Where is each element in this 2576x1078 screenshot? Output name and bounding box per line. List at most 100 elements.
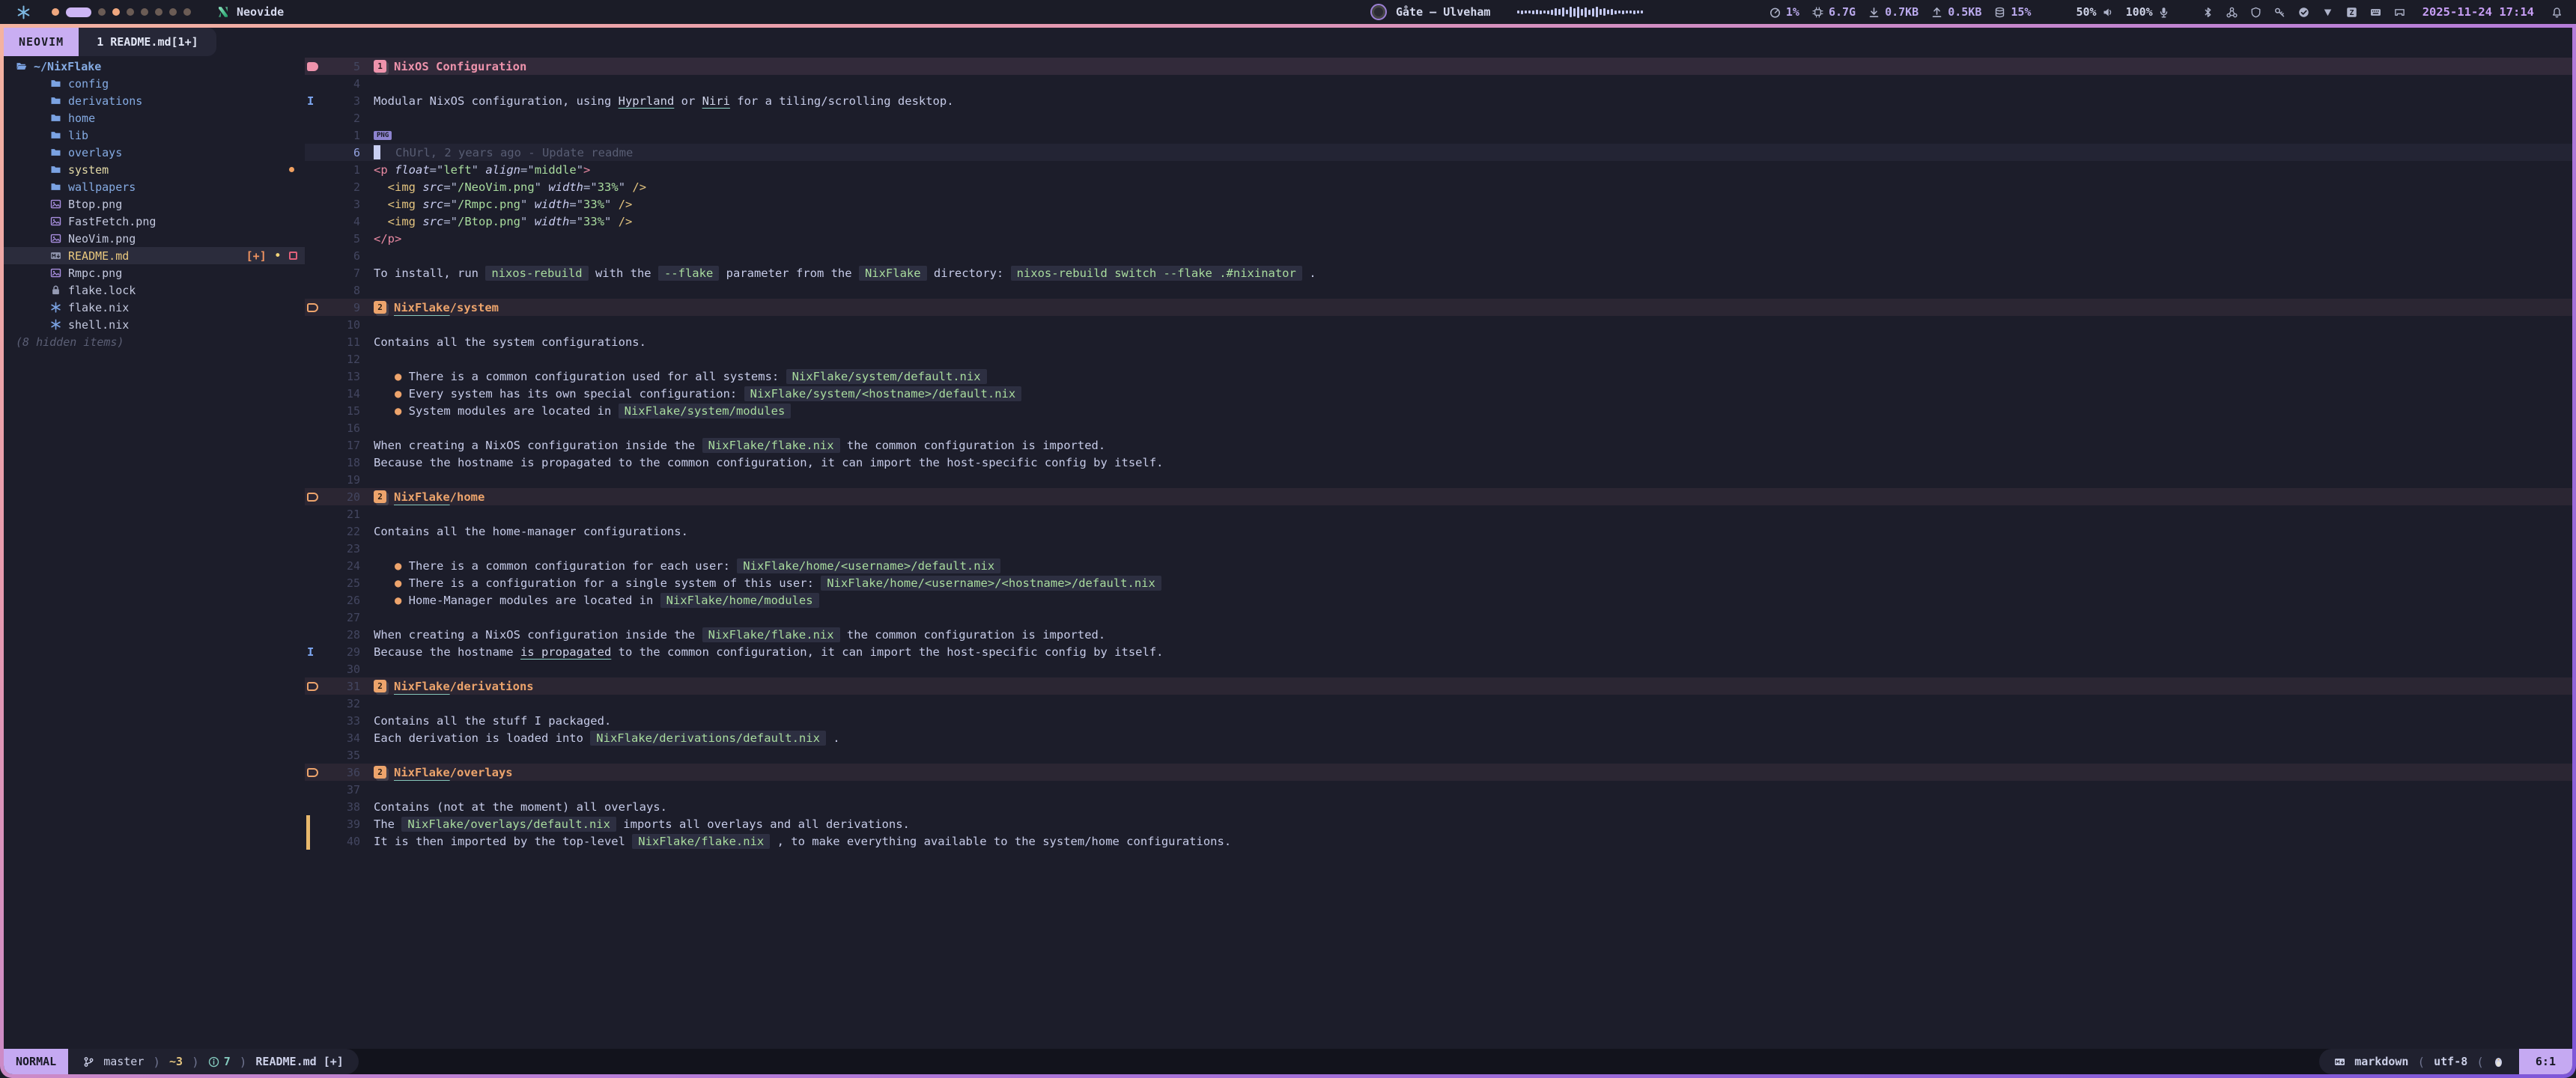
workspace-dot-orange[interactable] bbox=[112, 8, 120, 16]
check-circle-icon[interactable] bbox=[2298, 7, 2309, 18]
text-span bbox=[374, 559, 395, 573]
music-widget[interactable]: Gåte – Ulveham bbox=[1370, 0, 1643, 24]
key-icon[interactable] bbox=[2274, 7, 2285, 18]
network-icon[interactable] bbox=[2226, 7, 2238, 18]
editor-line[interactable]: 32 bbox=[305, 695, 2572, 712]
tree-item-label: Btop.png bbox=[68, 198, 122, 211]
editor-line[interactable]: 10 bbox=[305, 316, 2572, 333]
shield-icon[interactable] bbox=[2250, 7, 2261, 18]
editor-line[interactable]: I29Because the hostname is propagated to… bbox=[305, 643, 2572, 660]
editor-line[interactable]: 362NixFlake/overlays bbox=[305, 764, 2572, 781]
workspace-dot-gray[interactable] bbox=[127, 8, 134, 16]
tree-item-rmpc-png[interactable]: Rmpc.png bbox=[4, 264, 305, 281]
tree-item-config[interactable]: config bbox=[4, 75, 305, 92]
sign-column bbox=[305, 316, 327, 333]
tree-item-neovim-png[interactable]: NeoVim.png bbox=[4, 230, 305, 247]
visualizer-bar bbox=[1540, 10, 1542, 14]
editor-line[interactable]: 40It is then imported by the top-level N… bbox=[305, 832, 2572, 850]
editor-line[interactable]: 5</p> bbox=[305, 230, 2572, 247]
editor-line[interactable]: 37 bbox=[305, 781, 2572, 798]
editor-line[interactable]: 15 ● System modules are located in NixFl… bbox=[305, 402, 2572, 419]
text-span: When creating a NixOS configuration insi… bbox=[374, 628, 702, 642]
editor-line[interactable]: 6 bbox=[305, 247, 2572, 264]
tree-item-flake-lock[interactable]: flake.lock bbox=[4, 281, 305, 299]
editor-line[interactable]: 11Contains all the system configurations… bbox=[305, 333, 2572, 350]
tree-item-system[interactable]: system bbox=[4, 161, 305, 178]
tree-item-readme-md[interactable]: README.md[+]• bbox=[4, 247, 305, 264]
visualizer-bar bbox=[1528, 10, 1531, 13]
editor-line[interactable]: 2 bbox=[305, 109, 2572, 127]
editor-line[interactable]: 312NixFlake/derivations bbox=[305, 677, 2572, 695]
tree-item-overlays[interactable]: overlays bbox=[4, 144, 305, 161]
editor-line[interactable]: 35 bbox=[305, 746, 2572, 764]
text-span: /derivations bbox=[450, 680, 534, 693]
editor-line[interactable]: 51NixOS Configuration bbox=[305, 58, 2572, 75]
tree-item-shell-nix[interactable]: shell.nix bbox=[4, 316, 305, 333]
line-text: It is then imported by the top-level Nix… bbox=[360, 834, 1231, 849]
workspace-dot-gray[interactable] bbox=[98, 8, 106, 16]
editor-line[interactable]: 22Contains all the home-manager configur… bbox=[305, 523, 2572, 540]
editor-line[interactable]: 16 bbox=[305, 419, 2572, 436]
editor-line[interactable]: 34Each derivation is loaded into NixFlak… bbox=[305, 729, 2572, 746]
workspace-dot-gray[interactable] bbox=[169, 8, 177, 16]
editor-line[interactable]: 14 ● Every system has its own special co… bbox=[305, 385, 2572, 402]
editor-line[interactable]: 4 bbox=[305, 75, 2572, 92]
editor-line[interactable]: 4 <img src="/Btop.png" width="33%" /> bbox=[305, 213, 2572, 230]
editor-line[interactable]: 25 ● There is a configuration for a sing… bbox=[305, 574, 2572, 591]
tree-item-btop-png[interactable]: Btop.png bbox=[4, 195, 305, 213]
editor-line[interactable]: 1<p float="left" align="middle"> bbox=[305, 161, 2572, 178]
editor-line[interactable]: 27 bbox=[305, 609, 2572, 626]
visualizer-bar bbox=[1547, 10, 1549, 14]
editor-line[interactable]: 8 bbox=[305, 281, 2572, 299]
tree-item-fastfetch-png[interactable]: FastFetch.png bbox=[4, 213, 305, 230]
sign-column bbox=[305, 488, 327, 505]
editor-line[interactable]: 21 bbox=[305, 505, 2572, 523]
tab-readme[interactable]: 1 README.md[1+] bbox=[79, 28, 216, 56]
bluetooth-icon[interactable] bbox=[2202, 7, 2214, 18]
line-number: 16 bbox=[327, 421, 360, 435]
bell-icon[interactable] bbox=[2551, 7, 2563, 18]
editor-line[interactable]: 19 bbox=[305, 471, 2572, 488]
editor-line[interactable]: 18Because the hostname is propagated to … bbox=[305, 454, 2572, 471]
line-number: 18 bbox=[327, 456, 360, 469]
editor-line[interactable]: 1PNG bbox=[305, 127, 2572, 144]
editor-buffer[interactable]: 51NixOS Configuration4I3Modular NixOS co… bbox=[305, 56, 2572, 1049]
tree-item--8-hidden-items-[interactable]: (8 hidden items) bbox=[4, 333, 305, 350]
level-volume[interactable]: 50% bbox=[2076, 5, 2112, 19]
keyboard-icon[interactable] bbox=[2370, 7, 2381, 18]
triangle-icon[interactable] bbox=[2322, 7, 2333, 18]
tree-item-wallpapers[interactable]: wallpapers bbox=[4, 178, 305, 195]
workspace-dot-active[interactable] bbox=[66, 7, 91, 17]
editor-line[interactable]: 12 bbox=[305, 350, 2572, 368]
editor-line[interactable]: 33Contains all the stuff I packaged. bbox=[305, 712, 2572, 729]
editor-line[interactable]: 28When creating a NixOS configuration in… bbox=[305, 626, 2572, 643]
workspace-dot-gray[interactable] bbox=[155, 8, 162, 16]
editor-line[interactable]: 17When creating a NixOS configuration in… bbox=[305, 436, 2572, 454]
tree-item--nixflake[interactable]: ~/NixFlake bbox=[4, 58, 305, 75]
editor-line[interactable]: 13 ● There is a common configuration use… bbox=[305, 368, 2572, 385]
tree-item-home[interactable]: home bbox=[4, 109, 305, 127]
editor-line[interactable]: 92NixFlake/system bbox=[305, 299, 2572, 316]
visualizer-bar bbox=[1622, 10, 1624, 14]
editor-line[interactable]: 2 <img src="/NeoVim.png" width="33%" /> bbox=[305, 178, 2572, 195]
workspace-dot-gray[interactable] bbox=[183, 8, 191, 16]
editor-line[interactable]: 202NixFlake/home bbox=[305, 488, 2572, 505]
editor-line[interactable]: 6ChUrl, 2 years ago - Update readme bbox=[305, 144, 2572, 161]
editor-line[interactable]: 30 bbox=[305, 660, 2572, 677]
editor-line[interactable]: 38Contains (not at the moment) all overl… bbox=[305, 798, 2572, 815]
editor-line[interactable]: 7To install, run nixos-rebuild with the … bbox=[305, 264, 2572, 281]
tree-item-lib[interactable]: lib bbox=[4, 127, 305, 144]
editor-line[interactable]: 23 bbox=[305, 540, 2572, 557]
tree-item-derivations[interactable]: derivations bbox=[4, 92, 305, 109]
ethernet-icon[interactable] bbox=[2394, 7, 2405, 18]
tree-item-flake-nix[interactable]: flake.nix bbox=[4, 299, 305, 316]
editor-line[interactable]: 24 ● There is a common configuration for… bbox=[305, 557, 2572, 574]
z-box-icon[interactable]: Z bbox=[2346, 7, 2357, 18]
editor-line[interactable]: 26 ● Home-Manager modules are located in… bbox=[305, 591, 2572, 609]
editor-line[interactable]: 3 <img src="/Rmpc.png" width="33%" /> bbox=[305, 195, 2572, 213]
level-microphone[interactable]: 100% bbox=[2126, 5, 2169, 19]
editor-line[interactable]: 39The NixFlake/overlays/default.nix impo… bbox=[305, 815, 2572, 832]
workspace-dot-gray[interactable] bbox=[141, 8, 148, 16]
editor-line[interactable]: I3Modular NixOS configuration, using Hyp… bbox=[305, 92, 2572, 109]
workspace-dot-orange[interactable] bbox=[52, 8, 59, 16]
